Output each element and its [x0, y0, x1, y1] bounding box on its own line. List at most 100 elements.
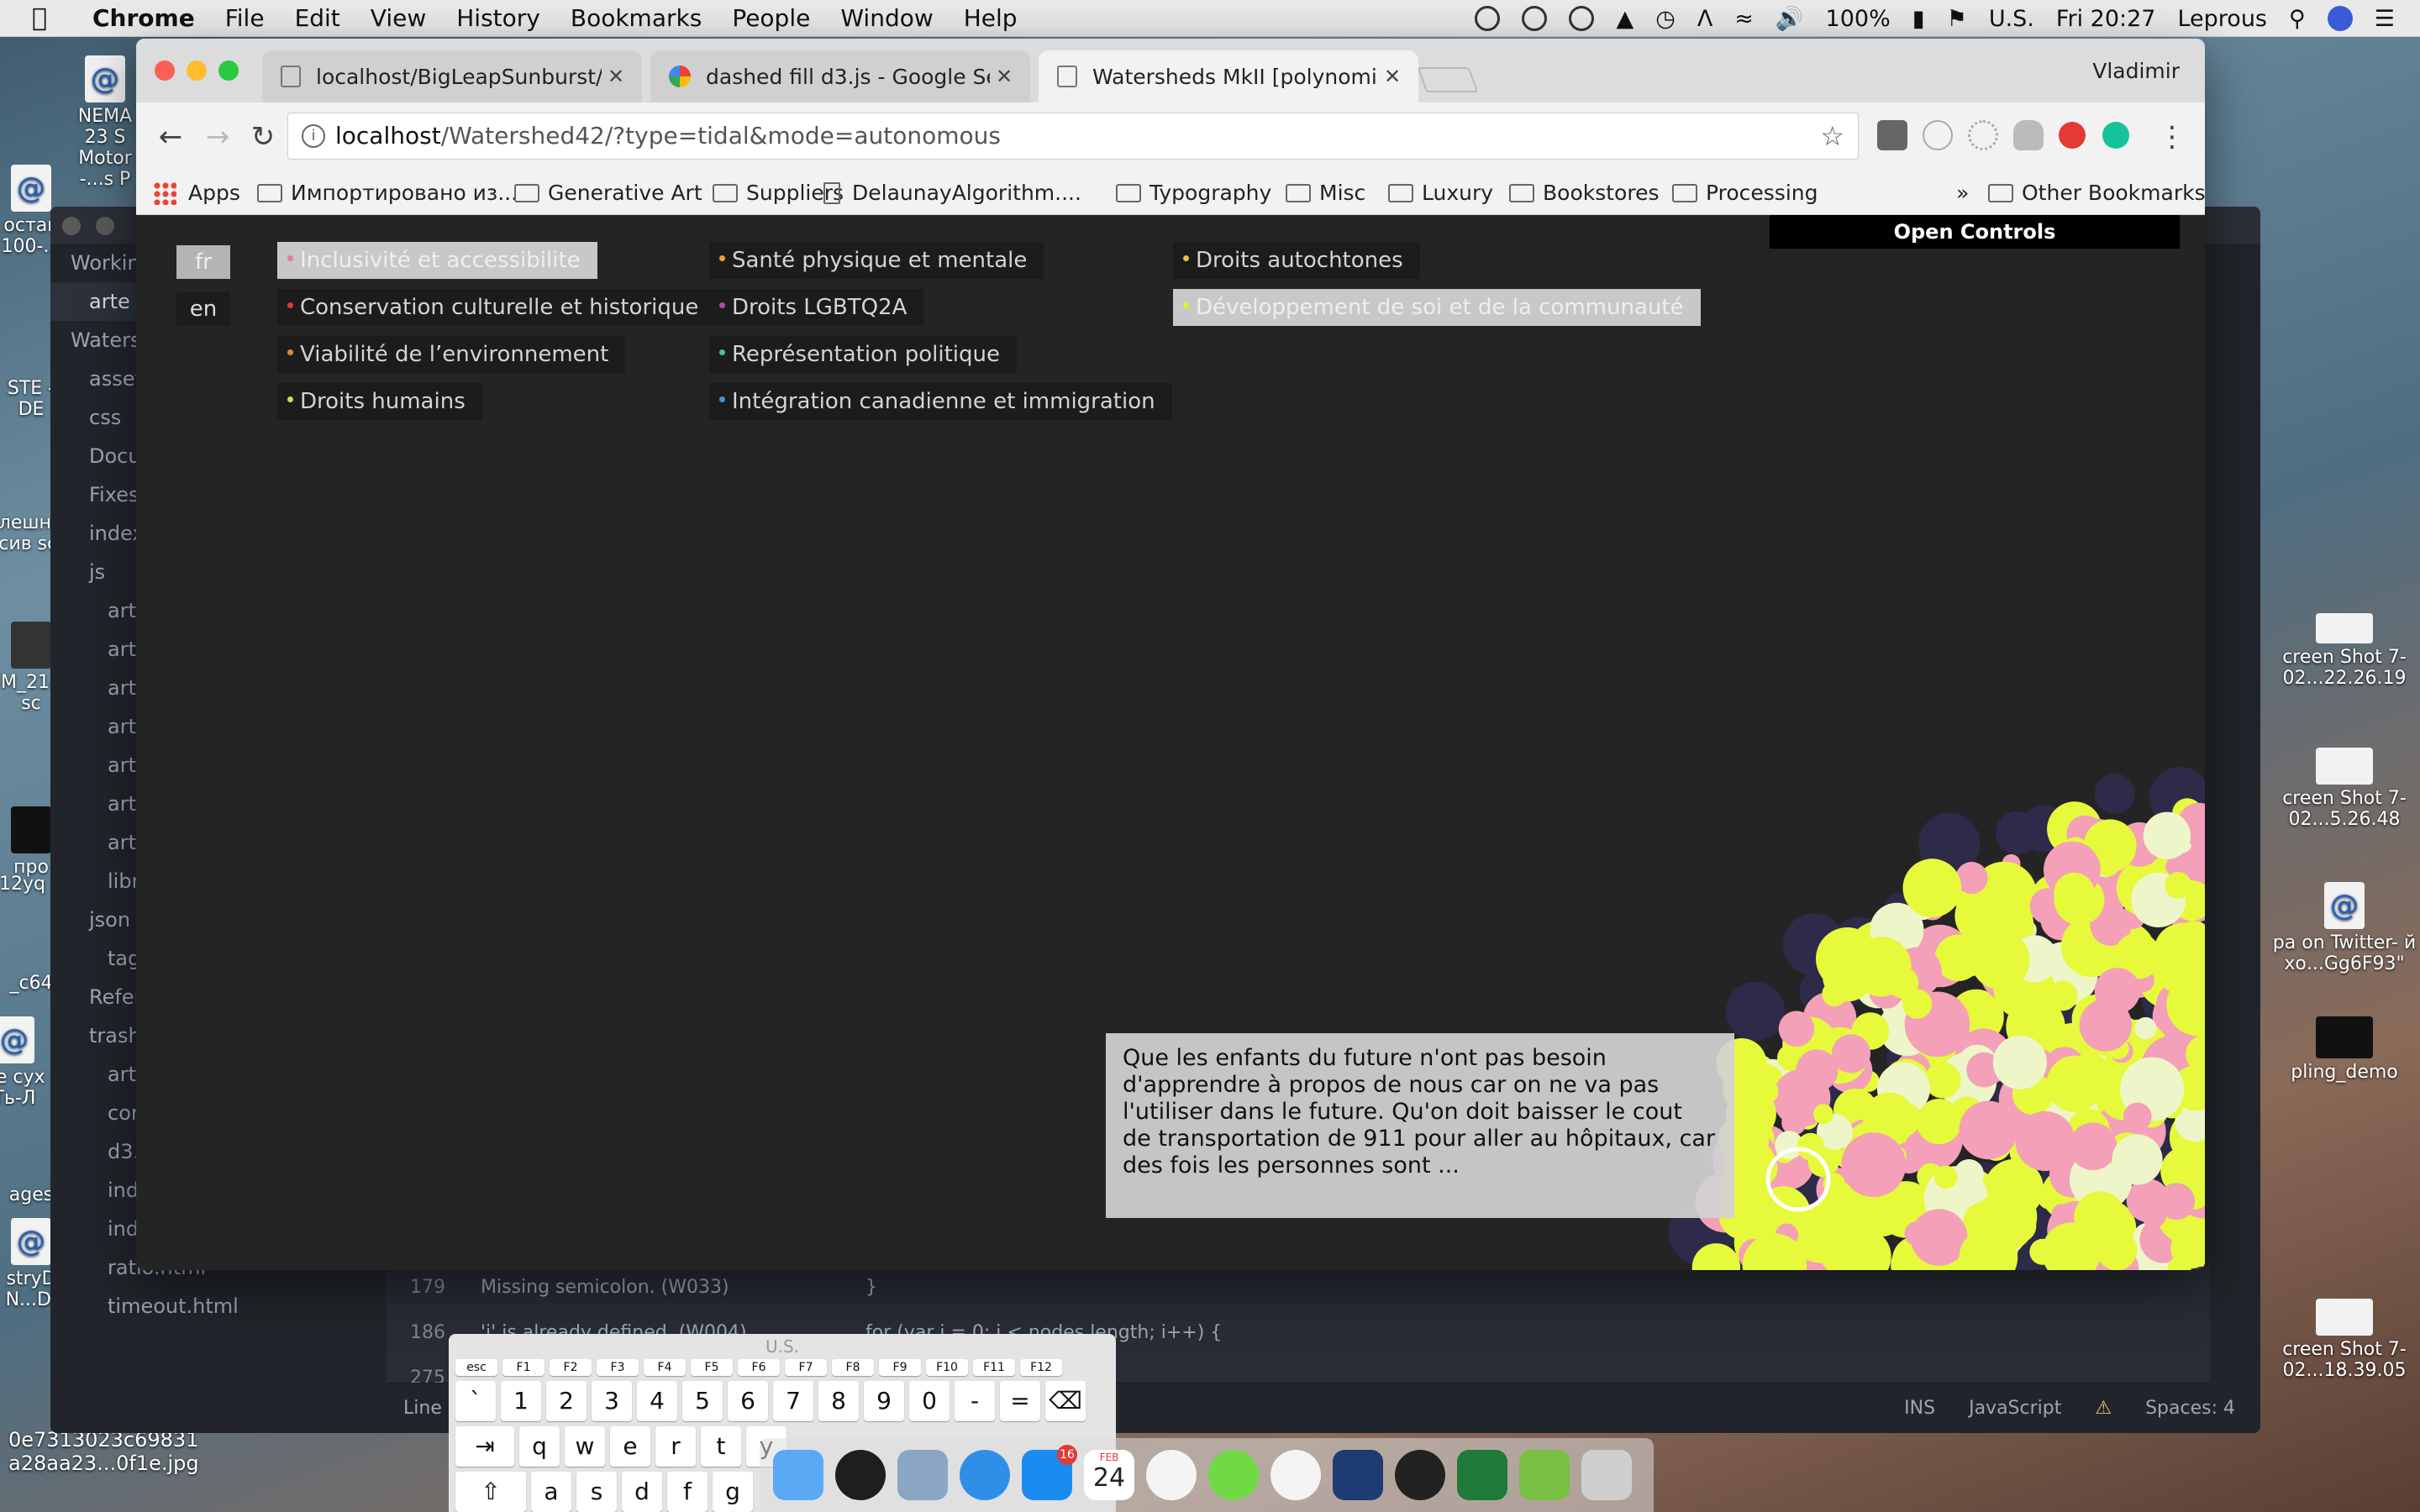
topic-filter[interactable]: Inclusivité et accessibilite: [277, 242, 597, 279]
menu-window[interactable]: Window: [840, 4, 933, 32]
menu-people[interactable]: People: [732, 4, 810, 32]
keyboard-key[interactable]: ⌫: [1045, 1381, 1086, 1421]
keyboard-key[interactable]: F2: [550, 1359, 592, 1376]
safari-icon[interactable]: [960, 1450, 1010, 1500]
window-minimize-button[interactable]: [187, 60, 207, 81]
menu-bookmarks[interactable]: Bookmarks: [571, 4, 702, 32]
desktop-icon[interactable]: @ pa on Twitter- й хо...Gg6F93": [2269, 882, 2420, 974]
keyboard-key[interactable]: 5: [682, 1381, 723, 1421]
bluetooth-icon[interactable]: ᐱ: [1697, 6, 1712, 32]
info-icon[interactable]: i: [302, 124, 325, 148]
user-name[interactable]: Leprous: [2177, 6, 2267, 32]
topic-filter[interactable]: Conservation culturelle et historique: [277, 289, 716, 326]
menu-file[interactable]: File: [225, 4, 265, 32]
tor-icon[interactable]: [1569, 6, 1595, 31]
keyboard-key[interactable]: f: [667, 1472, 708, 1512]
upwork-icon[interactable]: [1208, 1450, 1259, 1500]
trash-icon[interactable]: [1581, 1450, 1632, 1500]
close-icon[interactable]: ✕: [602, 65, 630, 88]
siri-menu-icon[interactable]: [2327, 6, 2353, 31]
spotlight-icon[interactable]: ⚲: [2289, 6, 2306, 32]
language-en-button[interactable]: en: [176, 292, 230, 326]
open-controls-button[interactable]: Open Controls: [1770, 215, 2180, 249]
keyboard-key[interactable]: 4: [637, 1381, 677, 1421]
topic-filter[interactable]: Droits LGBTQ2A: [709, 289, 924, 326]
keyboard-key[interactable]: g: [713, 1472, 753, 1512]
keyboard-key[interactable]: w: [565, 1426, 605, 1467]
keyboard-key[interactable]: F7: [785, 1359, 827, 1376]
app-store-icon[interactable]: 16: [1022, 1445, 1077, 1500]
menu-view[interactable]: View: [371, 4, 426, 32]
keyboard-key[interactable]: F10: [926, 1359, 968, 1376]
bookmark-folder[interactable]: Bookstores: [1509, 171, 1659, 215]
desktop-icon[interactable]: creen Shot 7-02...22.26.19: [2269, 613, 2420, 689]
pocket-icon[interactable]: [1877, 120, 1907, 150]
bookmark-folder[interactable]: Typography: [1116, 171, 1271, 215]
settings-extension-icon[interactable]: [1968, 120, 1998, 150]
bookmark-folder[interactable]: Misc: [1286, 171, 1365, 215]
warning-icon[interactable]: ⚠: [2095, 1383, 2112, 1433]
topic-filter[interactable]: Intégration canadienne et immigration: [709, 383, 1172, 420]
keyboard-key[interactable]: =: [1000, 1381, 1040, 1421]
battery-percent[interactable]: 100%: [1826, 6, 1891, 32]
keyboard-key[interactable]: a: [531, 1472, 571, 1512]
reload-icon[interactable]: ↻: [240, 114, 286, 160]
keyboard-key[interactable]: F1: [502, 1359, 544, 1376]
tab-watersheds[interactable]: Watersheds MkII [polynomials] ✕: [1039, 50, 1418, 102]
keyboard-key[interactable]: F3: [597, 1359, 639, 1376]
topic-filter[interactable]: Droits autochtones: [1173, 242, 1420, 279]
desktop-file-label[interactable]: 0e7313023c69831 a28aa23...0f1e.jpg: [8, 1428, 218, 1475]
keyboard-key[interactable]: t: [701, 1426, 741, 1467]
creative-cloud-icon[interactable]: [1522, 6, 1548, 31]
close-icon[interactable]: ✕: [990, 65, 1018, 88]
bookmarks-overflow-button[interactable]: »: [1956, 171, 1969, 215]
keyboard-key[interactable]: -: [955, 1381, 995, 1421]
keyboard-key[interactable]: F9: [879, 1359, 921, 1376]
menu-help[interactable]: Help: [964, 4, 1018, 32]
tab-bigleap[interactable]: localhost/BigLeapSunburst/ ✕: [262, 50, 642, 102]
back-icon[interactable]: ←: [148, 114, 193, 160]
keyboard-key[interactable]: 7: [773, 1381, 813, 1421]
notification-center-icon[interactable]: ☰: [2375, 6, 2395, 32]
editor-close-button[interactable]: [62, 217, 81, 235]
insert-mode[interactable]: INS: [1904, 1383, 1935, 1433]
tree-item[interactable]: timeout.html: [50, 1287, 387, 1326]
time-machine-icon[interactable]: ◷: [1655, 6, 1676, 32]
keyboard-key[interactable]: 2: [546, 1381, 587, 1421]
forward-icon[interactable]: →: [195, 114, 240, 160]
keyboard-key[interactable]: F4: [644, 1359, 686, 1376]
volume-icon[interactable]: 🔊: [1776, 5, 1804, 32]
excel-icon[interactable]: [1457, 1450, 1507, 1500]
close-icon[interactable]: ✕: [1378, 65, 1407, 88]
bookmark-page[interactable]: DelaunayAlgorithm....: [823, 171, 1081, 215]
cloud-extension-icon[interactable]: [2013, 120, 2044, 150]
keyboard-key[interactable]: 0: [909, 1381, 950, 1421]
keyboard-key[interactable]: esc: [455, 1359, 497, 1376]
keyboard-key[interactable]: d: [622, 1472, 662, 1512]
wappalyzer-icon[interactable]: [1923, 120, 1953, 150]
utorrent-icon[interactable]: [1519, 1450, 1570, 1500]
desktop-icon[interactable]: creen Shot 7-02...5.26.48: [2269, 748, 2420, 830]
language-fr-button[interactable]: fr: [176, 245, 230, 279]
wifi-icon[interactable]: ≈: [1734, 6, 1754, 32]
keyboard-key[interactable]: 3: [592, 1381, 632, 1421]
address-bar[interactable]: i localhost/Watershed42/?type=tidal&mode…: [287, 113, 1859, 160]
menu-edit[interactable]: Edit: [295, 4, 340, 32]
keyboard-key[interactable]: q: [519, 1426, 560, 1467]
keyboard-key[interactable]: F12: [1020, 1359, 1062, 1376]
topic-filter[interactable]: Développement de soi et de la communauté: [1173, 289, 1701, 326]
new-tab-button[interactable]: [1417, 67, 1479, 92]
window-close-button[interactable]: [155, 60, 175, 81]
keyboard-key[interactable]: s: [576, 1472, 617, 1512]
keyboard-key[interactable]: 1: [501, 1381, 541, 1421]
siri-icon[interactable]: [835, 1450, 886, 1500]
topic-filter[interactable]: Droits humains: [277, 383, 482, 420]
desktop-icon[interactable]: pling_demo: [2269, 1016, 2420, 1083]
calendar-icon[interactable]: FEB 24: [1084, 1450, 1134, 1500]
bookmark-folder[interactable]: Processing: [1672, 171, 1818, 215]
chrome-icon[interactable]: [1270, 1450, 1321, 1500]
clock[interactable]: Fri 20:27: [2056, 6, 2156, 32]
keyboard-key[interactable]: F6: [738, 1359, 780, 1376]
grammarly-icon[interactable]: [2102, 122, 2129, 149]
itunes-icon[interactable]: [1146, 1450, 1197, 1500]
